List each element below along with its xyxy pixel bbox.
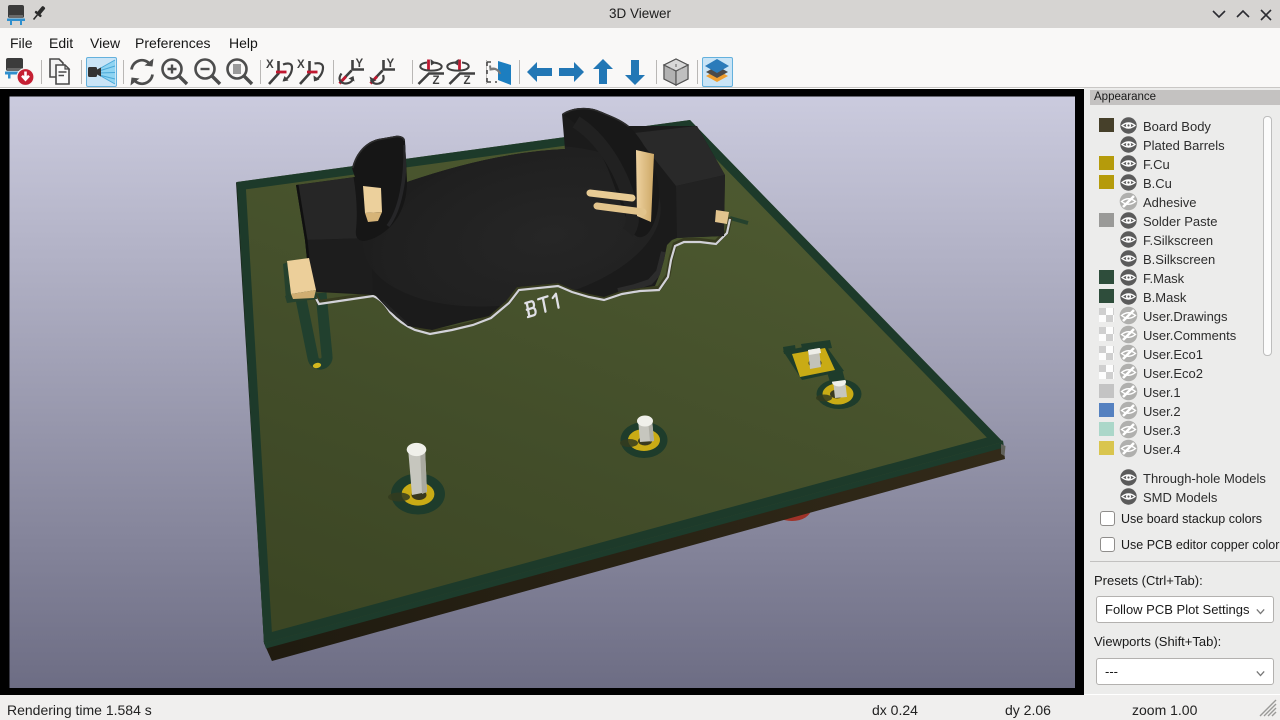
svg-text:X: X <box>266 59 274 71</box>
svg-text:Y: Y <box>387 58 395 70</box>
svg-text:Z: Z <box>433 75 440 87</box>
svg-text:Y: Y <box>356 58 364 70</box>
svg-text:X: X <box>297 59 305 71</box>
svg-text:Z: Z <box>464 75 471 87</box>
